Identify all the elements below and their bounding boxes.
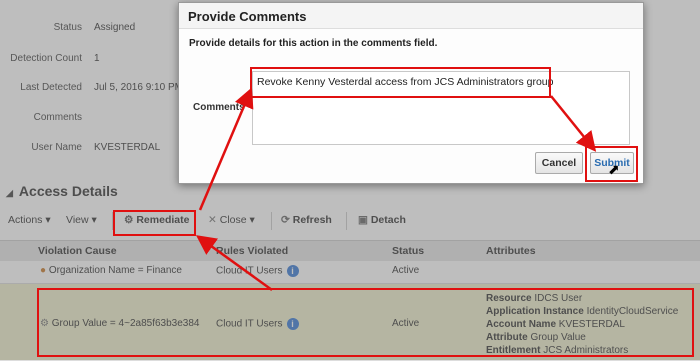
mouse-cursor-icon: ⬈ (608, 161, 620, 177)
annotation-arrows (195, 87, 597, 292)
arrow-comment-to-submit (550, 95, 597, 152)
arrow-remediate-to-comment (198, 87, 254, 211)
arrow-row-to-remediate (195, 235, 273, 292)
